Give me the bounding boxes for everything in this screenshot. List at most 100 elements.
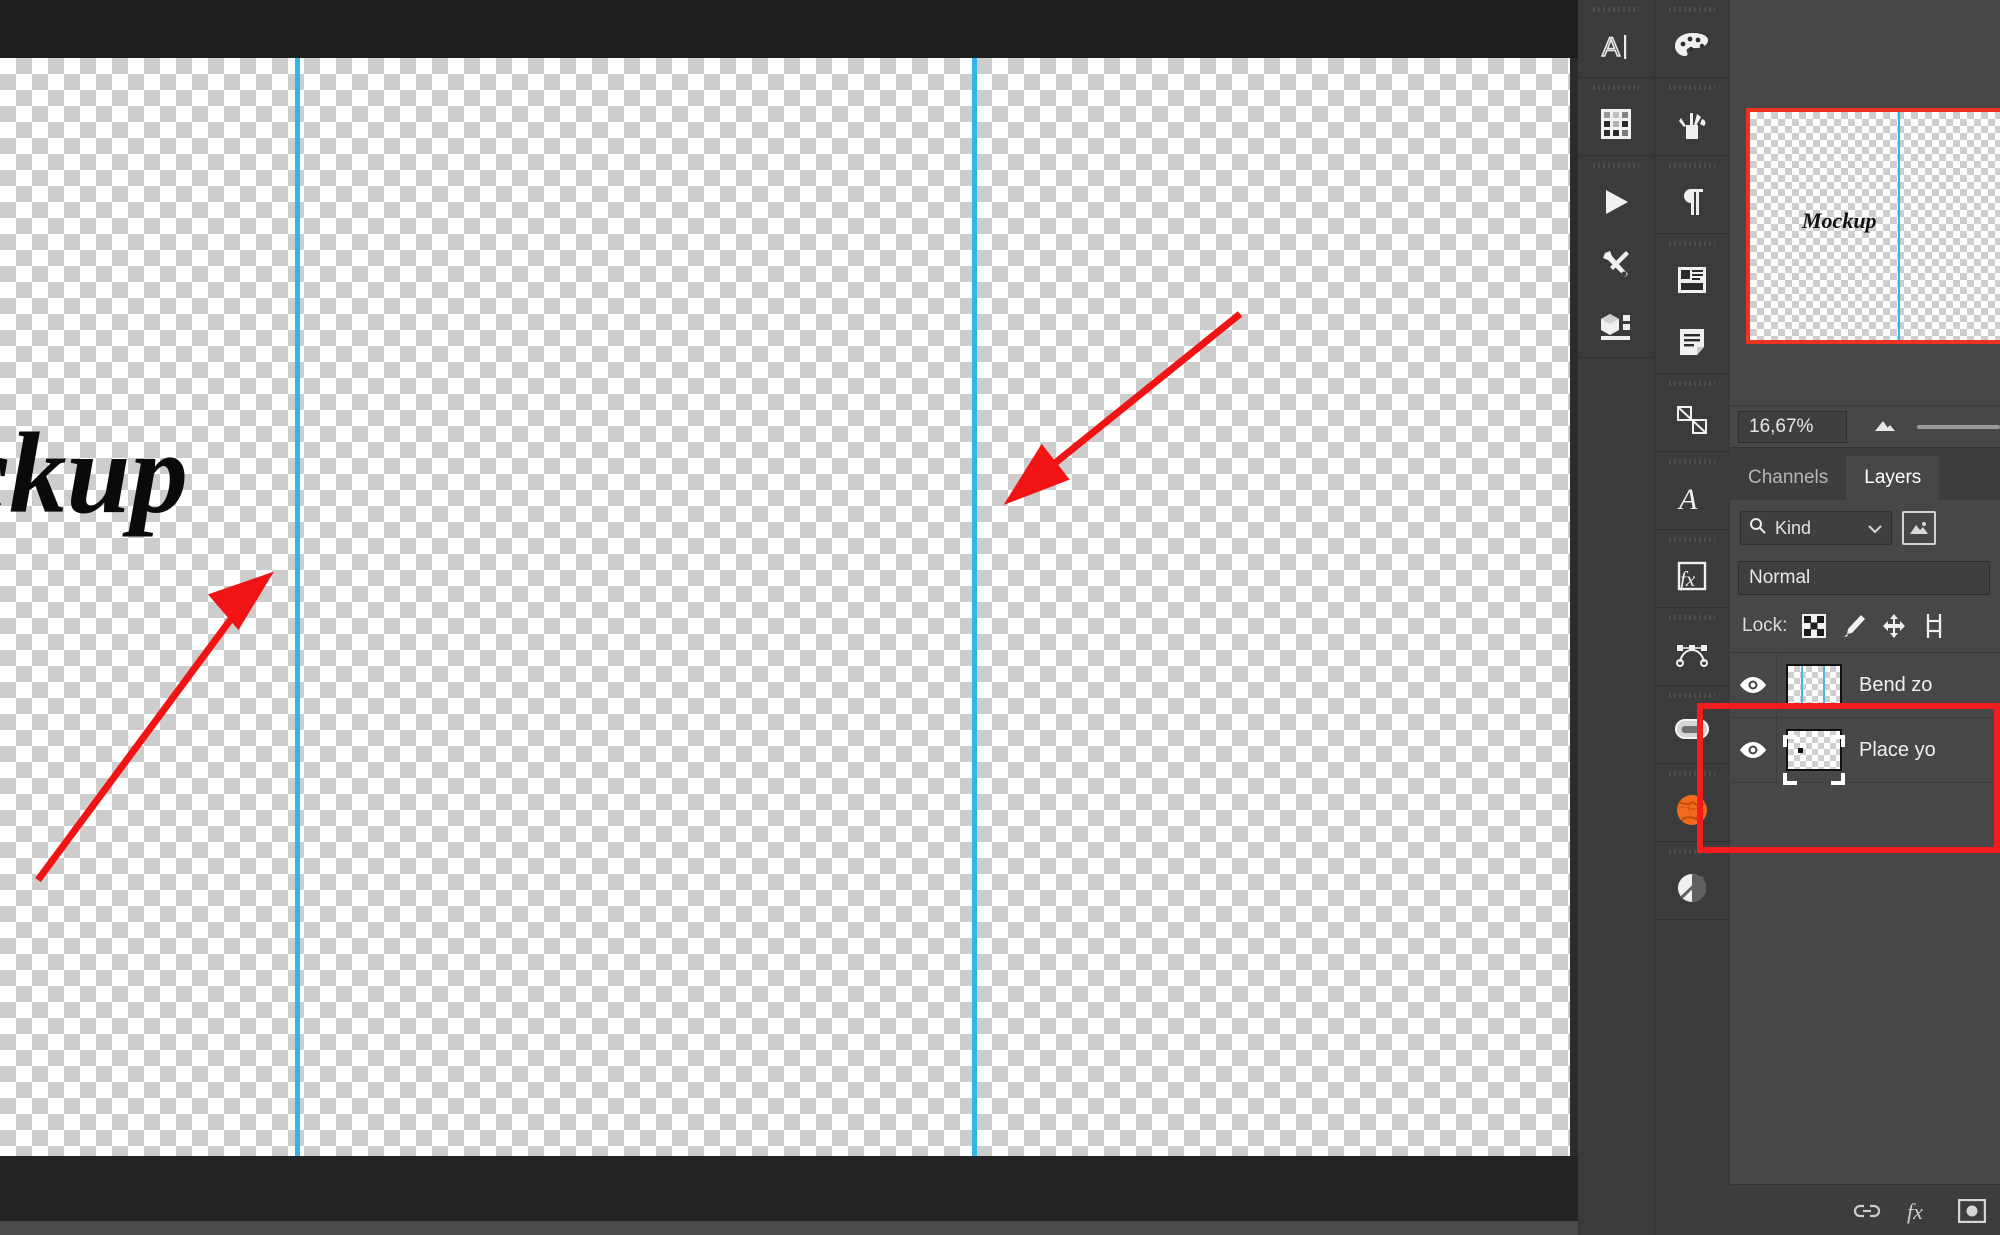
document-canvas-window[interactable]: ckup — [0, 0, 1578, 1235]
rail-group — [1654, 764, 1731, 842]
canvas-top-margin — [0, 0, 1578, 58]
guide-left[interactable] — [295, 58, 300, 1156]
rail-group — [1578, 78, 1654, 156]
tab-channels[interactable]: Channels — [1730, 456, 1847, 500]
rail-group: A — [1578, 0, 1654, 78]
lock-label: Lock: — [1742, 615, 1788, 636]
brushes-panel-icon[interactable] — [1655, 93, 1731, 155]
status-bar-strip — [0, 1221, 1578, 1235]
smart-object-badge-icon — [1783, 735, 1845, 785]
tab-layers[interactable]: Layers — [1846, 456, 1940, 500]
right-dock: A A fx Mockup 16,67% Channels Layers Kin… — [1578, 0, 2000, 1235]
table-row[interactable]: Place yo — [1730, 718, 2000, 785]
rail-group — [1654, 686, 1731, 764]
rail-group — [1578, 156, 1654, 358]
zoom-out-mountain-icon[interactable] — [1869, 417, 1899, 438]
table-row[interactable]: Bend zo — [1730, 653, 2000, 718]
panel-drag-dots — [1655, 612, 1731, 623]
navigator-thumbnail-label: Mockup — [1802, 208, 1877, 233]
character-panel-icon[interactable]: A — [1578, 15, 1654, 77]
timeline-play-panel-icon[interactable] — [1578, 171, 1654, 233]
panel-drag-dots — [1655, 690, 1731, 701]
search-icon — [1749, 517, 1767, 540]
blend-mode-select[interactable]: Normal — [1738, 561, 1990, 595]
arrow-shaft-left — [35, 593, 251, 883]
arrow-head-right — [1003, 443, 1070, 506]
filter-kind-select[interactable]: Kind — [1740, 511, 1892, 545]
clone-source-panel-icon[interactable] — [1655, 389, 1731, 451]
glyphs-panel-icon[interactable]: A — [1655, 467, 1731, 529]
color-palette-panel-icon[interactable] — [1655, 15, 1731, 77]
guide-right[interactable] — [972, 58, 977, 1156]
navigator-thumb-guide — [1898, 112, 1900, 340]
add-layer-mask-icon[interactable] — [1958, 1198, 1986, 1223]
panel-drag-dots — [1655, 534, 1731, 545]
rail-group — [1654, 374, 1731, 452]
svg-text:fx: fx — [1680, 567, 1696, 591]
arrow-shaft-right — [1031, 311, 1243, 483]
layer-name-label[interactable]: Bend zo — [1851, 674, 1932, 697]
rail-group: A — [1654, 452, 1731, 530]
panel-drag-dots — [1655, 456, 1731, 467]
panel-drag-dots — [1578, 4, 1654, 15]
rail-group — [1654, 234, 1731, 374]
panel-drag-dots — [1655, 4, 1731, 15]
navigator-thumbnail-wrap[interactable]: Mockup — [1746, 108, 2000, 346]
adjustments-panel-icon[interactable] — [1655, 857, 1731, 919]
notes-panel-icon[interactable] — [1655, 311, 1731, 373]
artwork-mockup-text: ckup — [0, 410, 188, 537]
panel-drag-dots — [1578, 160, 1654, 171]
paragraph-panel-icon[interactable] — [1655, 171, 1731, 233]
navigator-panel: Mockup 16,67% — [1730, 0, 2000, 500]
panel-drag-dots — [1655, 846, 1731, 857]
zoom-level-input[interactable]: 16,67% — [1738, 411, 1848, 443]
styles-panel-icon[interactable]: fx — [1655, 545, 1731, 607]
paths-panel-icon[interactable] — [1655, 623, 1731, 685]
tool-presets-panel-icon[interactable] — [1578, 233, 1654, 295]
filter-kind-label: Kind — [1775, 517, 1812, 538]
panel-drag-dots — [1578, 82, 1654, 93]
lock-position-move-icon[interactable] — [1881, 613, 1907, 639]
lock-image-pixels-brush-icon[interactable] — [1841, 613, 1867, 639]
navigator-thumbnail[interactable]: Mockup — [1746, 108, 2000, 344]
chevron-down-icon[interactable] — [1867, 518, 1883, 539]
artboard-transparent-area[interactable]: ckup — [0, 58, 1570, 1156]
layer-thumbnail — [1786, 664, 1842, 706]
layers-panel-footer: fx — [1730, 1184, 2000, 1235]
lock-row: Lock: — [1730, 600, 2000, 653]
link-layers-icon[interactable] — [1852, 1202, 1882, 1220]
eye-icon[interactable] — [1730, 718, 1777, 782]
annotation-arrows-layer — [35, 311, 1243, 883]
layer-name-label[interactable]: Place yo — [1851, 739, 1936, 762]
rail-group — [1654, 0, 1731, 78]
panel-column: Mockup 16,67% Channels Layers Kind Norma… — [1730, 0, 2000, 1235]
svg-text:fx: fx — [1907, 1199, 1923, 1224]
3d-panel-icon[interactable] — [1578, 295, 1654, 357]
collapsed-panel-icon-rail: A A fx — [1578, 0, 1731, 1235]
layer-thumbnail-cell[interactable] — [1777, 664, 1851, 706]
blend-mode-row: Normal — [1730, 556, 2000, 600]
adobe-stock-icon[interactable] — [1655, 779, 1731, 841]
rail-group — [1654, 156, 1731, 234]
rail-group: fx — [1654, 530, 1731, 608]
pixel-layer-filter-icon[interactable] — [1902, 511, 1936, 545]
layer-thumbnail-cell[interactable] — [1777, 729, 1851, 785]
rail-column-left: A — [1578, 0, 1655, 1235]
layer-style-fx-icon[interactable]: fx — [1906, 1198, 1934, 1224]
svg-text:A: A — [1602, 32, 1620, 62]
panel-drag-dots — [1655, 768, 1731, 779]
layer-filter-row: Kind — [1730, 500, 2000, 556]
eye-icon[interactable] — [1730, 653, 1777, 717]
lock-artboard-nesting-icon[interactable] — [1921, 613, 1947, 639]
navigator-zoom-bar: 16,67% — [1730, 405, 2000, 448]
zoom-slider[interactable] — [1917, 425, 2000, 429]
panel-drag-dots — [1655, 238, 1731, 249]
rail-column-right: A fx — [1654, 0, 1731, 1235]
layer-comps-panel-icon[interactable] — [1655, 249, 1731, 311]
creative-cloud-libraries-icon[interactable] — [1655, 701, 1731, 763]
lock-transparent-pixels-icon[interactable] — [1801, 613, 1827, 639]
panel-drag-dots — [1655, 82, 1731, 93]
panel-drag-dots — [1655, 160, 1731, 171]
kuler-grid-panel-icon[interactable] — [1578, 93, 1654, 155]
rail-group — [1654, 842, 1731, 920]
